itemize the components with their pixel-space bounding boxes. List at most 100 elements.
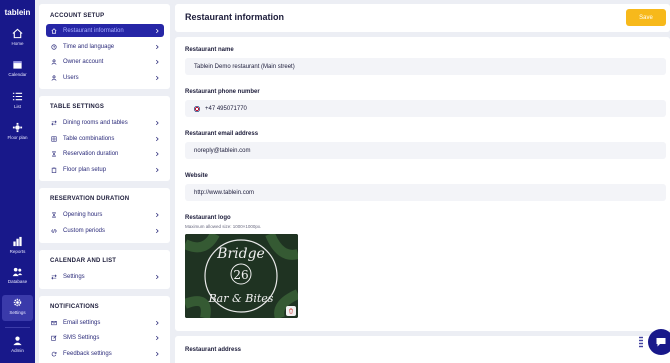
nav-item-time-and-language[interactable]: Time and language [46, 40, 164, 53]
rail-label: Admin [11, 348, 24, 353]
nav-item-custom-periods[interactable]: Custom periods [46, 224, 164, 237]
logo-label: Restaurant logo [185, 215, 231, 221]
nav-section-title: RESERVATION DURATION [50, 196, 130, 202]
chevron-right-icon [155, 44, 159, 49]
chevron-right-icon [155, 120, 159, 125]
arrows-icon [51, 120, 57, 125]
database-icon [12, 267, 23, 277]
chevron-right-icon [155, 28, 159, 33]
drag-handle-icon[interactable] [639, 336, 643, 349]
rail-label: Calendar [8, 72, 27, 77]
calendar-icon [13, 61, 22, 69]
nav-item-label: Owner account [63, 58, 104, 65]
nav-item-label: Dining rooms and tables [63, 119, 128, 126]
chevron-right-icon [155, 136, 159, 141]
email-label: Restaurant email address [185, 131, 259, 137]
nav-item-label: Settings [63, 273, 85, 280]
nav-item-opening-hours[interactable]: Opening hours [46, 208, 164, 221]
save-button[interactable]: Save [626, 9, 666, 26]
clock-icon [51, 43, 57, 50]
main-sidebar: tablein Home Calendar List Floor plan Re… [0, 0, 35, 363]
rail-item-home[interactable]: Home [2, 28, 33, 52]
rail-item-settings[interactable]: Settings [2, 295, 33, 321]
nav-item-label: Reservation duration [63, 150, 119, 157]
phone-value: +47 495071770 [205, 105, 247, 112]
admin-icon [13, 336, 22, 346]
home-icon [51, 27, 57, 34]
user-icon [51, 74, 57, 81]
chat-button[interactable] [648, 329, 670, 355]
nav-item-label: Floor plan setup [63, 166, 107, 173]
nav-item-label: Opening hours [63, 211, 103, 218]
rail-item-calendar[interactable]: Calendar [2, 59, 33, 83]
rail-item-database[interactable]: Database [2, 266, 33, 290]
rail-item-floor-plan[interactable]: Floor plan [2, 122, 33, 146]
nav-item-reservation-duration[interactable]: Reservation duration [46, 147, 164, 160]
code-icon [51, 228, 57, 233]
floor-plan-icon [12, 122, 23, 133]
chevron-right-icon [155, 167, 159, 172]
nav-item-label: Custom periods [63, 227, 106, 234]
nav-item-calendar-settings[interactable]: Settings [46, 270, 164, 283]
chevron-right-icon [155, 212, 159, 217]
chevron-right-icon [155, 351, 159, 356]
hourglass-icon [51, 150, 57, 157]
nav-item-feedback-settings[interactable]: Feedback settings [46, 347, 164, 360]
nav-item-email-settings[interactable]: Email settings [46, 316, 164, 329]
nav-item-users[interactable]: Users [46, 71, 164, 84]
phone-field[interactable]: +47 495071770 [185, 100, 666, 117]
rail-item-admin[interactable]: Admin [2, 335, 33, 359]
refresh-icon [51, 351, 57, 356]
nav-section-reservation-duration: RESERVATION DURATION Opening hours Custo… [39, 188, 170, 243]
chevron-right-icon [155, 320, 159, 325]
nav-section-account-setup: ACCOUNT SETUP Restaurant information Tim… [39, 4, 170, 89]
nav-item-floor-plan-setup[interactable]: Floor plan setup [46, 163, 164, 176]
rail-divider [5, 327, 30, 328]
rail-label: Home [11, 41, 24, 46]
reports-icon [13, 236, 22, 247]
arrows-icon [51, 274, 57, 279]
website-field[interactable]: http://www.tablein.com [185, 184, 666, 201]
nav-item-sms-settings[interactable]: SMS Settings [46, 331, 164, 344]
rail-label: Reports [9, 249, 26, 254]
address-label: Restaurant address [185, 347, 242, 353]
restaurant-name-field[interactable]: Tablein Demo restaurant (Main street) [185, 58, 666, 75]
user-icon [51, 58, 57, 65]
hourglass-icon [51, 211, 57, 218]
nav-item-label: Restaurant information [63, 27, 124, 34]
nav-section-title: TABLE SETTINGS [50, 104, 105, 110]
restaurant-name-label: Restaurant name [185, 47, 234, 53]
nav-section-title: NOTIFICATIONS [50, 304, 99, 310]
nav-section-title: ACCOUNT SETUP [50, 13, 105, 19]
nav-item-label: SMS Settings [63, 334, 100, 341]
nav-section-table-settings: TABLE SETTINGS Dining rooms and tables T… [39, 96, 170, 181]
mail-icon [51, 320, 57, 325]
home-icon [12, 28, 23, 39]
rail-label: Settings [9, 310, 26, 315]
logo-text-mid: 26 [233, 268, 248, 282]
nav-section-calendar-and-list: CALENDAR AND LIST Settings [39, 250, 170, 289]
nav-item-table-combinations[interactable]: Table combinations [46, 132, 164, 145]
app-logo[interactable]: tablein [0, 8, 35, 17]
restaurant-logo-image[interactable]: Bridge 26 Bar & Bites [185, 234, 298, 318]
chat-icon [656, 338, 666, 347]
page-title: Restaurant information [185, 12, 285, 22]
email-field[interactable]: noreply@tablein.com [185, 142, 666, 159]
uk-flag-icon[interactable] [194, 105, 200, 112]
email-value: noreply@tablein.com [194, 147, 251, 154]
chevron-right-icon [155, 335, 159, 340]
chevron-right-icon [155, 75, 159, 80]
nav-item-owner-account[interactable]: Owner account [46, 55, 164, 68]
rail-item-list[interactable]: List [2, 91, 33, 115]
logo-text-top: Bridge [216, 246, 265, 262]
chevron-right-icon [155, 274, 159, 279]
nav-section-title: CALENDAR AND LIST [50, 258, 117, 264]
nav-item-restaurant-information[interactable]: Restaurant information [46, 24, 164, 37]
nav-item-dining-rooms-and-tables[interactable]: Dining rooms and tables [46, 116, 164, 129]
rail-item-reports[interactable]: Reports [2, 236, 33, 260]
nav-item-label: Email settings [63, 319, 101, 326]
website-value: http://www.tablein.com [194, 189, 255, 196]
chevron-right-icon [155, 228, 159, 233]
delete-logo-button[interactable] [286, 306, 296, 316]
page-header: Restaurant information Save [175, 4, 670, 32]
